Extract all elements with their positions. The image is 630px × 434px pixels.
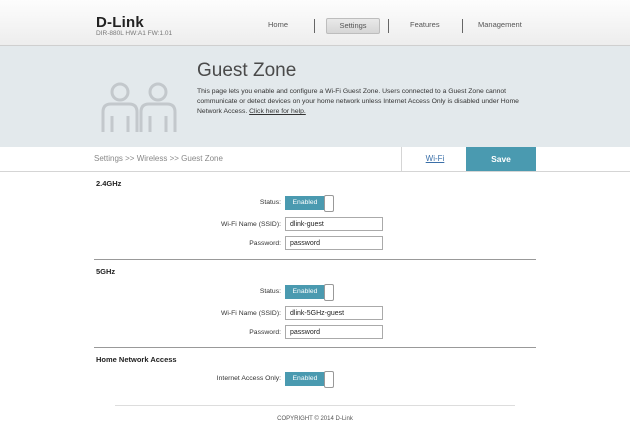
page-description: This page lets you enable and configure … <box>197 87 537 117</box>
status-label: Status: <box>259 288 281 295</box>
ssid-label: Wi-Fi Name (SSID): <box>220 221 281 228</box>
nav-management[interactable]: Management <box>478 20 522 29</box>
section-divider <box>94 347 536 348</box>
nav-home[interactable]: Home <box>268 20 288 29</box>
save-button[interactable]: Save <box>466 147 536 171</box>
password-label: Password: <box>249 329 281 336</box>
password-input-5ghz[interactable]: password <box>285 325 383 339</box>
status-toggle-5ghz[interactable]: Enabled <box>285 284 334 301</box>
toggle-state: Enabled <box>285 196 325 210</box>
help-link[interactable]: Click here for help. <box>249 108 306 115</box>
toggle-state: Enabled <box>285 285 325 299</box>
internet-only-label: Internet Access Only: <box>216 375 281 382</box>
section-divider <box>94 259 536 260</box>
page-title: Guest Zone <box>197 60 297 81</box>
nav-features[interactable]: Features <box>410 20 440 29</box>
section-title-home-access: Home Network Access <box>96 355 177 364</box>
ssid-input-24ghz[interactable]: dlink-guest <box>285 217 383 231</box>
internet-only-toggle[interactable]: Enabled <box>285 371 334 388</box>
section-title-5ghz: 5GHz <box>96 267 116 276</box>
password-input-24ghz[interactable]: password <box>285 236 383 250</box>
password-label: Password: <box>249 240 281 247</box>
device-model-info: DIR-880L HW:A1 FW:1.01 <box>96 30 173 37</box>
nav-settings[interactable]: Settings <box>326 18 380 34</box>
breadcrumb: Settings >> Wireless >> Guest Zone <box>94 154 223 163</box>
nav-separator <box>388 19 389 33</box>
toggle-knob <box>324 195 334 212</box>
wifi-link[interactable]: Wi-Fi <box>401 147 468 171</box>
dlink-logo: D-Link <box>96 14 144 31</box>
status-toggle-24ghz[interactable]: Enabled <box>285 195 334 212</box>
status-label: Status: <box>259 199 281 206</box>
ssid-input-5ghz[interactable]: dlink-5GHz-guest <box>285 306 383 320</box>
section-title-24ghz: 2.4GHz <box>96 179 122 188</box>
ssid-label: Wi-Fi Name (SSID): <box>220 310 281 317</box>
toggle-knob <box>324 371 334 388</box>
toggle-state: Enabled <box>285 372 325 386</box>
footer-divider <box>115 405 515 406</box>
nav-separator <box>462 19 463 33</box>
top-header: D-Link DIR-880L HW:A1 FW:1.01 Home Setti… <box>0 0 630 46</box>
description-text: This page lets you enable and configure … <box>197 88 519 115</box>
copyright: COPYRIGHT © 2014 D-Link <box>277 416 353 422</box>
toggle-knob <box>324 284 334 301</box>
guest-users-icon <box>101 82 177 132</box>
nav-separator <box>314 19 315 33</box>
